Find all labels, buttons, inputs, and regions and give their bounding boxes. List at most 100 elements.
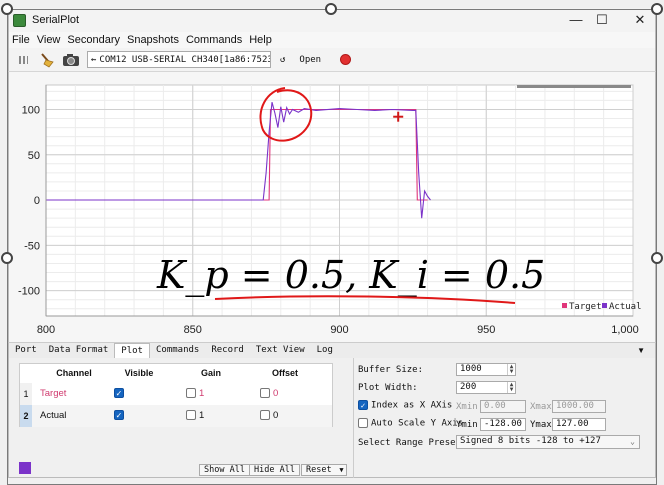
x-tick-label: 850	[184, 324, 202, 336]
maximize-button[interactable]: ☐	[591, 11, 613, 29]
port-select[interactable]: ⇜ COM12 USB-SERIAL CH340[1a86:7523]	[87, 51, 271, 68]
clear-broom-icon[interactable]	[37, 51, 57, 69]
ymax-label: Ymax	[530, 420, 552, 430]
ymax-value: 127.00	[556, 419, 589, 429]
table-row[interactable]: 1 Target ✓ 1 0	[20, 383, 332, 405]
refresh-ports-icon[interactable]: ↺	[275, 53, 290, 67]
record-icon[interactable]	[340, 54, 352, 65]
show-all-button[interactable]: Show All	[199, 464, 250, 476]
resize-handle-top-right[interactable]	[651, 3, 663, 15]
channel-name[interactable]: Target	[40, 383, 66, 405]
channel-name[interactable]: Actual	[40, 405, 66, 427]
close-button[interactable]: ✕	[629, 11, 651, 29]
formula-annotation: K_p = 0.5, K_i = 0.5	[156, 253, 545, 298]
plot-options: Buffer Size: 1000 ▲ ▼ Plot Width: 200 ▲ ▼ ✓ I…	[353, 358, 653, 478]
y-tick-label: -100	[18, 286, 40, 298]
x-tick-label: 800	[37, 324, 55, 336]
menu-commands[interactable]: Commands	[186, 34, 242, 46]
tab-text-view[interactable]: Text View	[250, 343, 311, 358]
x-tick-label: 1,000	[611, 324, 639, 336]
tab-commands[interactable]: Commands	[150, 343, 205, 358]
menu-view[interactable]: View	[37, 34, 61, 46]
gain-checkbox[interactable]	[186, 410, 196, 421]
menu-snapshots[interactable]: Snapshots	[127, 34, 179, 46]
x-tick-label: 900	[330, 324, 348, 336]
xmin-input[interactable]: 0.00	[480, 400, 526, 413]
checkbox-checked-icon[interactable]: ✓	[358, 400, 368, 410]
minimize-button[interactable]: —	[565, 11, 587, 29]
app-icon	[13, 13, 26, 27]
col-header-gain: Gain	[200, 368, 221, 378]
range-preset-label: Select Range Preset:	[358, 438, 467, 448]
toolbar: ⇜ COM12 USB-SERIAL CH340[1a86:7523] ↺ Op…	[8, 48, 656, 72]
xmax-value: 1000.00	[556, 401, 594, 411]
settings-tabs: Port Data Format Plot Commands Record Te…	[8, 342, 656, 358]
offset-checkbox[interactable]	[260, 388, 270, 399]
offset-checkbox[interactable]	[260, 410, 270, 421]
tab-data-format[interactable]: Data Format	[43, 343, 115, 358]
xmax-label: Xmax	[530, 402, 552, 412]
ymin-input[interactable]: -128.00	[480, 418, 526, 431]
usb-icon: ⇜	[91, 54, 97, 65]
table-row[interactable]: 2 Actual ✓ 1 0	[20, 405, 332, 427]
open-button[interactable]: Open	[294, 53, 326, 67]
offset-value[interactable]: 0	[273, 410, 278, 421]
xmin-value: 0.00	[484, 401, 506, 411]
menu-secondary[interactable]: Secondary	[67, 34, 120, 46]
legend-entry: Target	[569, 302, 602, 312]
plot-settings-panel: Channel Visible Gain Offset 1 Target ✓ 1…	[8, 358, 656, 478]
xmax-input[interactable]: 1000.00	[552, 400, 606, 413]
camera-icon[interactable]	[61, 51, 81, 69]
hide-all-button[interactable]: Hide All	[249, 464, 300, 476]
tab-port[interactable]: Port	[9, 343, 43, 358]
auto-scale-checkbox[interactable]: Auto Scale Y Axis	[358, 418, 463, 429]
reset-button[interactable]: Reset ▼	[301, 464, 347, 476]
app-window: SerialPlot — ☐ ✕ File View Secondary Sna…	[0, 0, 664, 485]
ymin-value: -128.00	[484, 419, 522, 429]
plot-canvas[interactable]: 800 850 900 950 1,000 100 50 0 -50 -100 K_p = 0.5,…	[9, 72, 655, 344]
resize-handle-middle-right[interactable]	[651, 252, 663, 264]
buffer-size-label: Buffer Size:	[358, 365, 424, 375]
offset-value[interactable]: 0	[273, 388, 278, 399]
channel-table: Channel Visible Gain Offset 1 Target ✓ 1…	[19, 363, 333, 427]
reset-dropdown-icon[interactable]: ▼	[339, 465, 343, 475]
index-as-x-checkbox[interactable]: ✓ Index as X AXis	[358, 400, 452, 411]
tab-plot[interactable]: Plot	[114, 343, 150, 358]
tabs-dropdown-icon[interactable]: ▼	[637, 346, 645, 355]
y-tick-label: 0	[34, 195, 40, 207]
tab-record[interactable]: Record	[205, 343, 250, 358]
range-preset-select[interactable]: Signed 8 bits -128 to +127 ⌄	[456, 435, 640, 449]
gain-checkbox[interactable]	[186, 388, 196, 399]
spin-arrows-icon[interactable]: ▲ ▼	[507, 364, 515, 375]
plot-width-value: 200	[460, 382, 477, 392]
checkbox-unchecked-icon[interactable]	[358, 418, 368, 428]
auto-scale-label: Auto Scale Y Axis	[371, 418, 464, 429]
col-header-offset: Offset	[271, 368, 298, 378]
menu-file[interactable]: File	[12, 34, 30, 46]
gain-value[interactable]: 1	[199, 388, 204, 399]
legend-swatch	[562, 303, 567, 308]
chevron-down-icon: ⌄	[630, 437, 635, 446]
resize-handle-top-left[interactable]	[1, 3, 13, 15]
pause-icon[interactable]	[13, 51, 33, 69]
menu-help[interactable]: Help	[249, 34, 272, 46]
xmin-label: Xmin	[456, 402, 478, 412]
ymax-input[interactable]: 127.00	[552, 418, 606, 431]
gain-value[interactable]: 1	[199, 410, 204, 421]
resize-handle-middle-left[interactable]	[1, 252, 13, 264]
zoom-scrollbar[interactable]	[517, 85, 631, 88]
channel-color-swatch[interactable]	[19, 462, 31, 474]
row-number: 1	[20, 383, 32, 405]
x-tick-label: 950	[477, 324, 495, 336]
port-value: COM12 USB-SERIAL CH340[1a86:7523]	[99, 54, 271, 65]
resize-handle-top-center[interactable]	[325, 3, 337, 15]
visible-checkbox[interactable]: ✓	[114, 388, 124, 399]
tab-log[interactable]: Log	[311, 343, 339, 358]
window-title: SerialPlot	[32, 14, 80, 26]
plot-width-input[interactable]: 200 ▲ ▼	[456, 381, 516, 394]
visible-checkbox[interactable]: ✓	[114, 410, 124, 421]
plot-panel[interactable]: 800 850 900 950 1,000 100 50 0 -50 -100 K_p = 0.5,…	[8, 72, 656, 344]
col-header-channel: Channel	[56, 368, 92, 378]
buffer-size-input[interactable]: 1000 ▲ ▼	[456, 363, 516, 376]
spin-arrows-icon[interactable]: ▲ ▼	[507, 382, 515, 393]
